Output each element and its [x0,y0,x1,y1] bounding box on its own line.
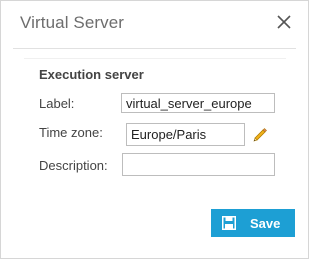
close-button[interactable] [275,13,293,31]
save-button-label: Save [250,215,281,231]
description-input[interactable] [122,153,275,176]
dialog-title: Virtual Server [20,13,125,32]
pencil-icon [253,128,267,142]
virtual-server-dialog: Virtual Server Execution server Label: T… [0,0,309,259]
section-title: Execution server [39,67,144,82]
edit-timezone-button[interactable] [252,127,268,143]
label-field-label: Label: [39,96,75,111]
title-divider [13,48,296,49]
floppy-disk-icon [222,216,236,230]
save-button[interactable]: Save [211,209,295,237]
timezone-input[interactable] [126,123,245,146]
description-field-label: Description: [39,158,108,173]
label-input[interactable] [121,93,275,113]
close-icon [277,15,291,29]
timezone-field-label: Time zone: [39,125,103,140]
